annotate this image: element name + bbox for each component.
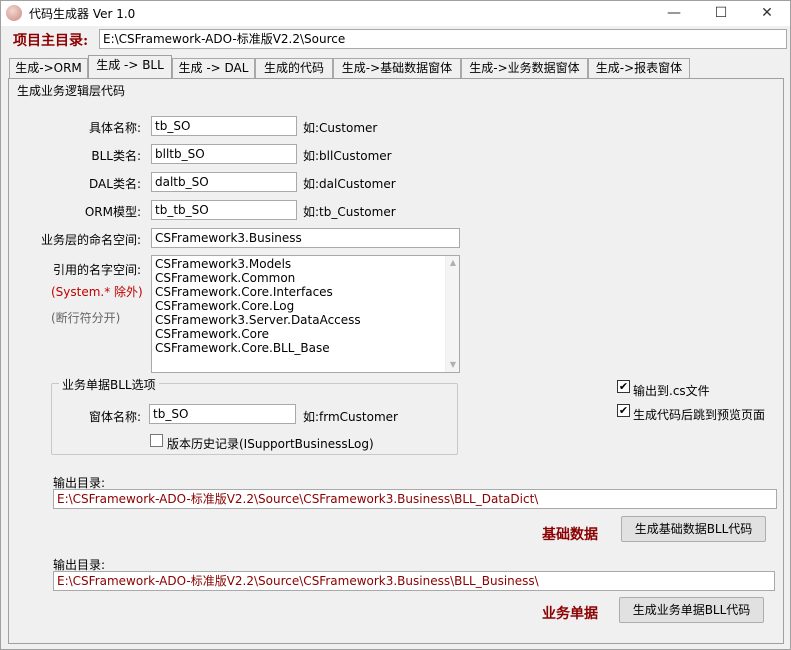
- namespace-input[interactable]: CSFramework3.Business: [151, 228, 460, 248]
- business-section-label: 业务单据: [542, 606, 598, 622]
- basic-output-input[interactable]: E:\CSFramework-ADO-标准版V2.2\Source\CSFram…: [53, 489, 777, 509]
- form-name-hint: 如:frmCustomer: [303, 410, 398, 424]
- tab-business-form[interactable]: 生成->业务数据窗体: [461, 58, 588, 78]
- tab-orm[interactable]: 生成->ORM: [9, 58, 88, 78]
- project-dir-input[interactable]: E:\CSFramework-ADO-标准版V2.2\Source: [99, 29, 787, 49]
- dal-hint: 如:dalCustomer: [303, 177, 396, 191]
- orm-label: ORM模型:: [84, 205, 141, 219]
- app-window: 代码生成器 Ver 1.0 — ☐ ✕ 项目主目录: E:\CSFramewor…: [0, 0, 791, 650]
- minimize-button[interactable]: —: [651, 1, 697, 26]
- dal-label: DAL类名:: [89, 177, 141, 191]
- app-icon: [6, 5, 22, 21]
- scroll-up-icon[interactable]: ▲: [446, 256, 459, 270]
- refs-label: 引用的名字空间:: [52, 263, 141, 277]
- close-button[interactable]: ✕: [744, 1, 790, 26]
- bll-input[interactable]: blltb_SO: [151, 144, 297, 164]
- refs-note-gray: (断行符分开): [51, 311, 121, 325]
- business-output-input[interactable]: E:\CSFramework-ADO-标准版V2.2\Source\CSFram…: [53, 571, 775, 591]
- form-name-input[interactable]: tb_SO: [149, 404, 296, 424]
- generate-basic-bll-button[interactable]: 生成基础数据BLL代码: [621, 516, 766, 542]
- refs-line: CSFramework.Core.BLL_Base: [155, 341, 330, 355]
- refs-line: CSFramework.Core.Log: [155, 299, 295, 313]
- refs-line: CSFramework.Core: [155, 327, 270, 341]
- bll-hint: 如:bllCustomer: [303, 149, 392, 163]
- refs-line: CSFramework.Core.Interfaces: [155, 285, 333, 299]
- refs-note-red: (System.* 除外): [51, 285, 143, 299]
- window-title: 代码生成器 Ver 1.0: [29, 7, 136, 21]
- refs-textarea[interactable]: CSFramework3.Models CSFramework.Common C…: [151, 255, 460, 373]
- name-input[interactable]: tb_SO: [151, 116, 297, 136]
- group-title: 业务单据BLL选项: [59, 376, 159, 393]
- tab-generated-code[interactable]: 生成的代码: [255, 58, 333, 78]
- namespace-label: 业务层的命名空间:: [40, 233, 141, 247]
- history-checkbox[interactable]: [150, 434, 163, 447]
- form-name-label: 窗体名称:: [88, 410, 141, 424]
- scroll-down-icon[interactable]: ▼: [446, 358, 459, 372]
- bll-label: BLL类名:: [91, 149, 141, 163]
- history-label: 版本历史记录(ISupportBusinessLog): [167, 437, 374, 451]
- jump-preview-label: 生成代码后跳到预览页面: [633, 408, 766, 422]
- tab-report-form[interactable]: 生成->报表窗体: [588, 58, 690, 78]
- orm-input[interactable]: tb_tb_SO: [151, 200, 297, 220]
- name-label: 具体名称:: [88, 121, 141, 135]
- refs-line: CSFramework.Common: [155, 271, 296, 285]
- orm-hint: 如:tb_Customer: [303, 205, 396, 219]
- generate-business-bll-button[interactable]: 生成业务单据BLL代码: [619, 597, 764, 623]
- panel-title-text: 生成业务逻辑层代码: [17, 84, 126, 98]
- tab-dal[interactable]: 生成 -> DAL: [172, 58, 255, 78]
- refs-line: CSFramework3.Models: [155, 257, 292, 271]
- tab-bll[interactable]: 生成 -> BLL: [88, 55, 172, 78]
- tab-basic-form[interactable]: 生成->基础数据窗体: [333, 58, 461, 78]
- jump-preview-checkbox[interactable]: ✔: [617, 404, 630, 417]
- dal-input[interactable]: daltb_SO: [151, 172, 297, 192]
- maximize-button[interactable]: ☐: [698, 1, 744, 26]
- basic-section-label: 基础数据: [542, 527, 598, 543]
- name-hint: 如:Customer: [303, 121, 378, 135]
- project-row: 项目主目录: E:\CSFramework-ADO-标准版V2.2\Source: [1, 26, 790, 54]
- refs-line: CSFramework3.Server.DataAccess: [155, 313, 361, 327]
- output-cs-label: 输出到.cs文件: [633, 384, 710, 398]
- title-bar: 代码生成器 Ver 1.0 — ☐ ✕: [1, 1, 790, 26]
- refs-scrollbar[interactable]: ▲ ▼: [445, 256, 459, 372]
- panel-title: 生成业务逻辑层代码: [9, 81, 783, 99]
- output-cs-checkbox[interactable]: ✔: [617, 380, 630, 393]
- project-dir-label: 项目主目录:: [13, 33, 89, 49]
